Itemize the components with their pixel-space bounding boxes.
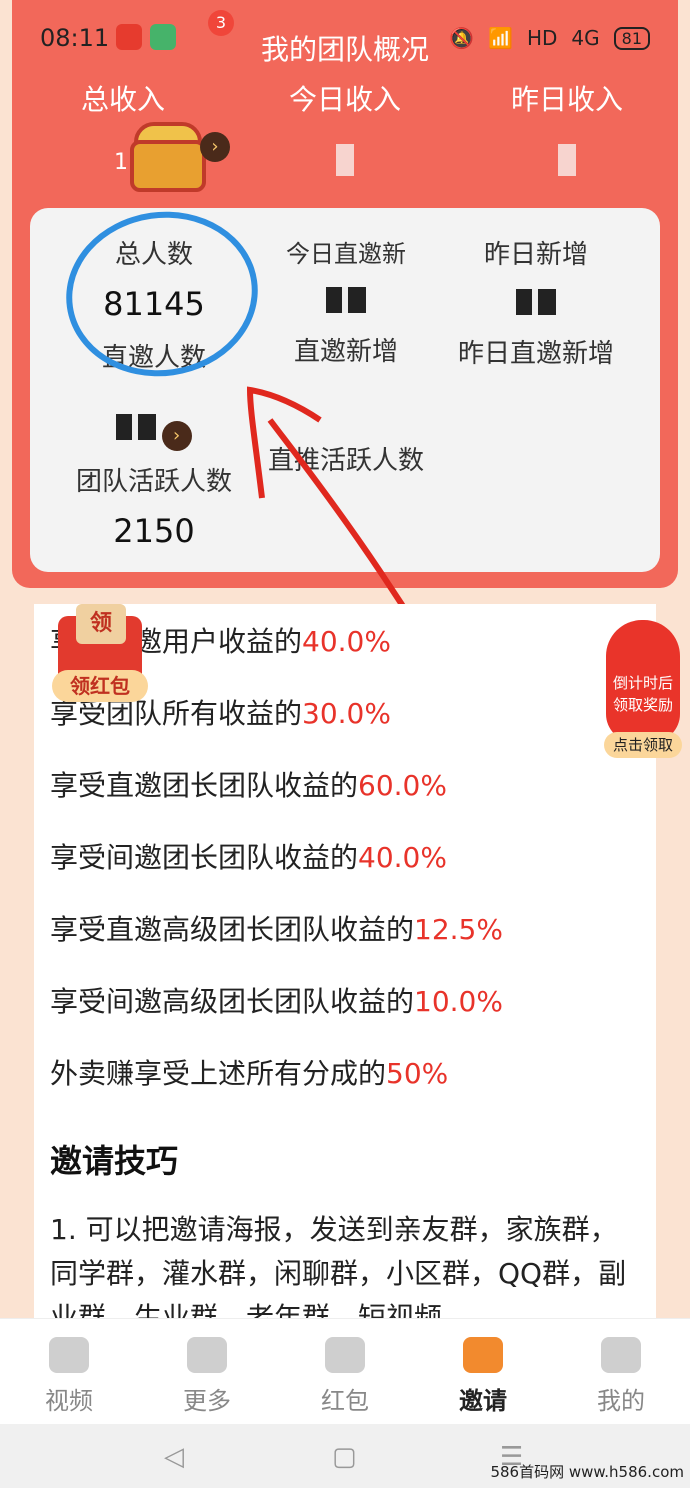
tab-video[interactable]: 视频 — [0, 1319, 138, 1424]
countdown-text: 倒计时后 领取奖励 — [604, 672, 682, 716]
benefit-line: 享受间邀高级团长团队收益的10.0% — [50, 985, 503, 1018]
benefit-line: 外卖赚享受上述所有分成的50% — [50, 1057, 449, 1090]
system-nav-bar: ◁ ▢ ☰ 586首码网 www.h586.com — [0, 1424, 690, 1488]
envelope-label: 领红包 — [52, 670, 148, 702]
user-icon — [601, 1337, 641, 1373]
countdown-line2: 领取奖励 — [612, 696, 673, 714]
invite-tips-paragraph: 1. 可以把邀请海报，发送到亲友群，家族群，同学群，灌水群，闲聊群，小区群，QQ… — [50, 1213, 627, 1324]
bottom-tab-bar: 视频 更多 红包 邀请 我的 — [0, 1318, 690, 1424]
invite-icon — [463, 1337, 503, 1373]
tab-mine[interactable]: 我的 — [552, 1319, 690, 1424]
red-envelope-button[interactable]: 领 领红包 — [46, 600, 150, 704]
tab-invite[interactable]: 邀请 — [414, 1319, 552, 1424]
bag-icon — [325, 1337, 365, 1373]
tab-label: 更多 — [183, 1387, 231, 1415]
tab-label: 我的 — [597, 1387, 645, 1415]
countdown-reward-widget[interactable]: 倒计时后 领取奖励 点击领取 — [604, 620, 682, 760]
tab-label: 邀请 — [459, 1387, 507, 1415]
video-icon — [49, 1337, 89, 1373]
notification-badge: 3 — [208, 10, 234, 36]
back-icon[interactable]: ◁ — [164, 1442, 184, 1472]
tab-red-packet[interactable]: 红包 — [276, 1319, 414, 1424]
benefit-line: 享受直邀团长团队收益的60.0% — [50, 769, 447, 802]
benefit-line: 享受团队所有收益的30.0% — [50, 697, 391, 730]
home-nav-icon[interactable]: ▢ — [332, 1442, 357, 1472]
home-icon — [187, 1337, 227, 1373]
benefit-line: 享受直邀高级团长团队收益的12.5% — [50, 913, 503, 946]
tab-label: 视频 — [45, 1387, 93, 1415]
benefits-content: 享受直邀用户收益的40.0% 享受团队所有收益的30.0% 享受直邀团长团队收益… — [34, 604, 656, 1324]
envelope-top-label: 领 — [76, 604, 126, 644]
claim-reward-button[interactable]: 点击领取 — [604, 732, 682, 758]
benefit-line: 享受间邀团长团队收益的40.0% — [50, 841, 447, 874]
invite-tips-heading: 邀请技巧 — [50, 1142, 179, 1180]
countdown-line1: 倒计时后 — [612, 674, 673, 692]
site-watermark: 586首码网 www.h586.com — [490, 1463, 684, 1481]
tab-label: 红包 — [321, 1387, 369, 1415]
tab-more[interactable]: 更多 — [138, 1319, 276, 1424]
